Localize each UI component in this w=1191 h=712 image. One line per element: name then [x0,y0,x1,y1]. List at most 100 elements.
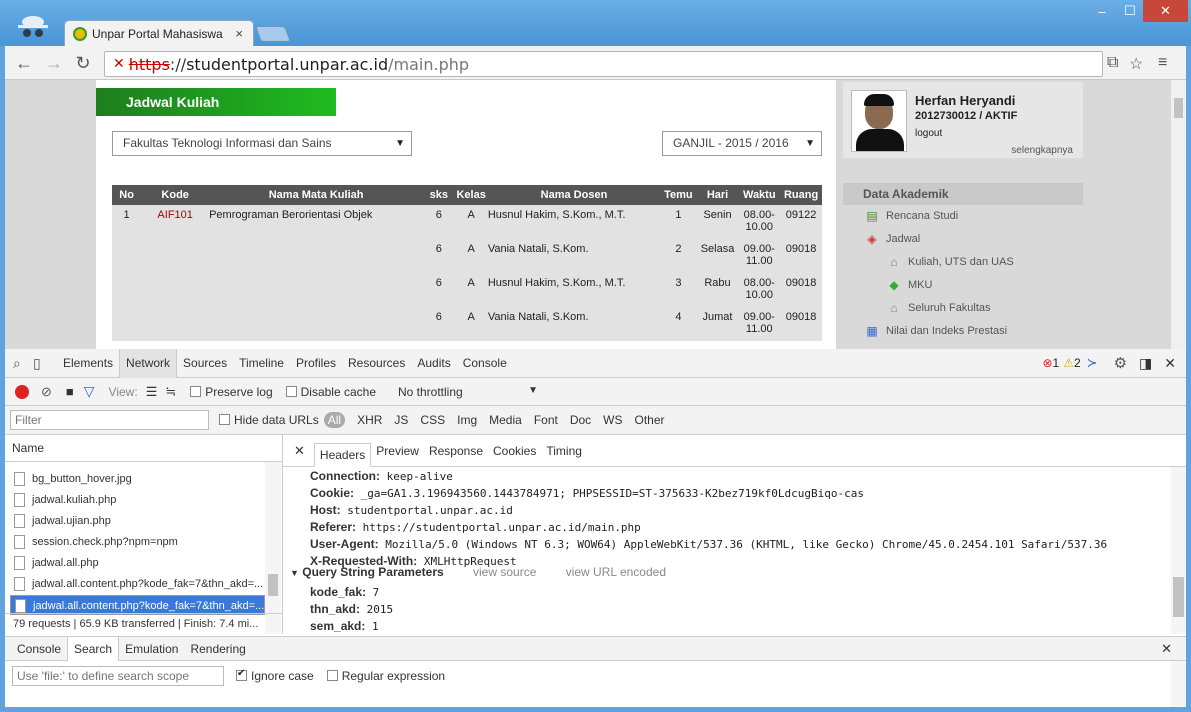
scroll-thumb[interactable] [1173,577,1184,617]
type-filter-all[interactable]: All [323,412,346,428]
throttling-select[interactable]: No throttling ▼ [398,385,538,399]
camera-icon[interactable]: ■ [66,384,74,399]
close-icon[interactable]: ✕ [289,443,310,459]
list-item[interactable]: session.check.php?npm=npm [10,532,265,552]
triangle-down-icon[interactable]: ▼ [290,568,299,578]
detail-scrollbar[interactable] [1171,467,1186,634]
menu-icon[interactable]: ≡ [1158,54,1167,72]
minimize-button[interactable]: – [1087,0,1117,22]
tab-profiles[interactable]: Profiles [290,349,342,378]
scroll-thumb[interactable] [1174,98,1183,118]
dock-icon[interactable]: ◨ [1139,355,1152,372]
page-scrollbar[interactable] [1171,80,1186,349]
tab-timeline[interactable]: Timeline [233,349,290,378]
sidebar-item-mku[interactable]: ◆ MKU [887,278,932,292]
sidebar-item-kuliah[interactable]: ⌂ Kuliah, UTS dan UAS [887,255,1013,269]
tab-preview[interactable]: Preview [371,444,424,458]
sidebar-item-jadwal[interactable]: ◈ Jadwal [865,232,920,246]
list-item[interactable]: jadwal.kuliah.php [10,490,265,510]
device-mode-icon[interactable]: ▯ [33,355,57,372]
list-header[interactable]: Name [5,435,282,462]
filter-icon[interactable]: ▽ [84,383,95,400]
checkbox-box[interactable] [285,385,297,397]
drawer-tab-search[interactable]: Search [67,636,120,661]
warning-count[interactable]: 2 [1074,356,1081,370]
drawer-scrollbar[interactable] [1171,661,1186,707]
checkbox-box[interactable] [190,385,202,397]
tab-sources[interactable]: Sources [177,349,233,378]
checkbox-box-checked[interactable] [236,668,247,681]
tab-headers[interactable]: Headers [313,442,372,467]
cell-kode[interactable]: AIF101 [141,205,210,239]
logout-link[interactable]: logout [915,128,942,139]
type-filter-ws[interactable]: WS [603,413,622,427]
type-filter-other[interactable]: Other [635,413,665,427]
more-link[interactable]: selengkapnya [1011,145,1073,156]
tab-console[interactable]: Console [457,349,513,378]
type-filter-media[interactable]: Media [489,413,522,427]
bookmark-star-icon[interactable]: ☆ [1129,54,1143,74]
drawer-tab-rendering[interactable]: Rendering [184,637,251,661]
list-item[interactable]: bg_button_hover.jpg [10,469,265,489]
overview-icon[interactable]: ≒ [165,384,176,400]
list-item-selected[interactable]: jadwal.all.content.php?kode_fak=7&thn_ak… [10,595,265,615]
list-item[interactable]: jadwal.all.content.php?kode_fak=7&thn_ak… [10,574,265,594]
tab-audits[interactable]: Audits [411,349,456,378]
new-tab-button[interactable] [255,26,291,42]
list-item[interactable]: jadwal.ujian.php [10,511,265,531]
checkbox-box[interactable] [326,670,338,681]
drawer-tab-emulation[interactable]: Emulation [119,637,184,661]
close-icon[interactable]: ✕ [1155,637,1178,661]
tab-response[interactable]: Response [424,444,488,458]
disable-cache-checkbox[interactable]: Disable cache [285,385,376,399]
preserve-log-checkbox[interactable]: Preserve log [190,385,273,399]
console-drawer-icon[interactable]: ≻ [1087,355,1098,371]
faculty-select[interactable]: Fakultas Teknologi Informasi dan Sains ▼ [112,131,412,156]
reload-icon[interactable]: ↻ [72,52,94,74]
filter-input[interactable] [10,410,209,430]
browser-tab[interactable]: Unpar Portal Mahasiswa × [64,20,254,47]
type-filter-img[interactable]: Img [457,413,477,427]
drawer-tab-console[interactable]: Console [11,637,67,661]
sidebar-item-seluruh-fakultas[interactable]: ⌂ Seluruh Fakultas [887,301,990,315]
type-filter-js[interactable]: JS [394,413,408,427]
clear-icon[interactable]: ⊘ [41,384,52,400]
view-source-link[interactable]: view source [473,565,536,579]
close-icon[interactable]: ✕ [1164,355,1176,372]
type-filter-xhr[interactable]: XHR [357,413,382,427]
sidebar-item-nilai[interactable]: ▦ Nilai dan Indeks Prestasi [865,324,1007,338]
search-input[interactable] [12,666,224,686]
tab-cookies[interactable]: Cookies [488,444,541,458]
translate-icon[interactable]: ⧉ [1107,54,1118,72]
error-icon[interactable]: ⊗ [1042,356,1052,370]
close-tab-icon[interactable]: × [235,26,243,41]
back-icon[interactable]: ← [13,52,35,74]
type-filter-doc[interactable]: Doc [570,413,591,427]
record-icon[interactable] [15,384,29,399]
maximize-button[interactable]: ☐ [1117,0,1143,22]
insecure-lock-icon[interactable]: ✕ [113,56,125,72]
tab-resources[interactable]: Resources [342,349,411,378]
large-rows-icon[interactable]: ☰ [146,384,158,400]
forward-icon[interactable]: → [43,52,65,74]
semester-select[interactable]: GANJIL - 2015 / 2016 ▼ [662,131,822,156]
inspect-icon[interactable]: ⌕ [13,355,33,372]
view-url-encoded-link[interactable]: view URL encoded [566,565,666,579]
error-count[interactable]: 1 [1053,356,1060,370]
checkbox-box[interactable] [219,414,230,425]
scroll-thumb[interactable] [268,574,278,596]
address-bar[interactable]: ✕ https :// studentportal.unpar.ac.id /m… [104,51,1103,77]
gear-icon[interactable]: ⚙ [1114,354,1127,372]
list-item[interactable]: jadwal.all.php [10,553,265,573]
tab-network[interactable]: Network [119,348,178,378]
regex-checkbox[interactable]: Regular expression [326,669,445,683]
type-filter-css[interactable]: CSS [420,413,445,427]
hide-data-urls-checkbox[interactable]: Hide data URLs [219,413,319,427]
type-filter-font[interactable]: Font [534,413,558,427]
list-scrollbar[interactable] [265,462,281,634]
close-window-button[interactable]: ✕ [1143,0,1188,22]
query-params-section[interactable]: ▼ Query String Parameters view source vi… [290,565,666,579]
tab-timing[interactable]: Timing [541,444,587,458]
sidebar-item-rencana-studi[interactable]: ▤ Rencana Studi [865,209,958,223]
tab-elements[interactable]: Elements [57,349,119,378]
